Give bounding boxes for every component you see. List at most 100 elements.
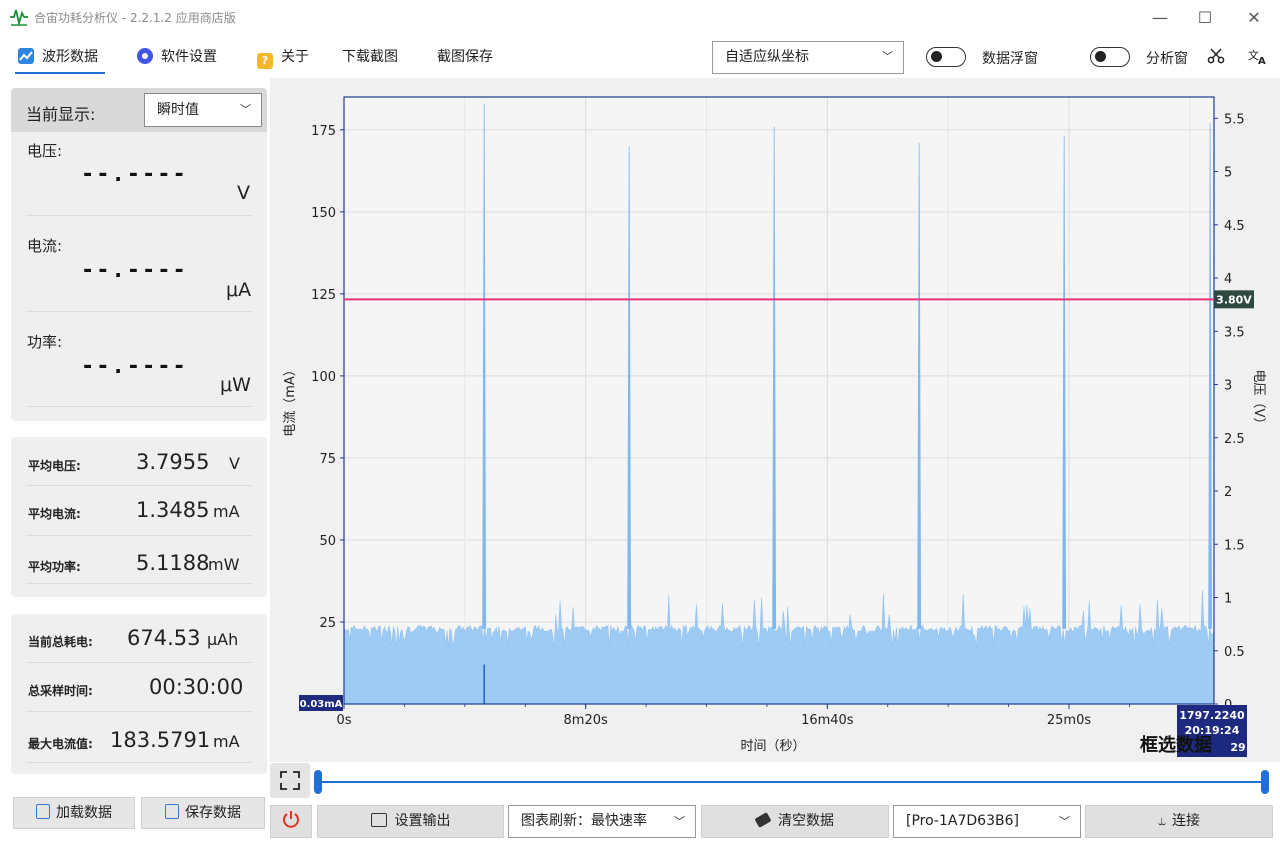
- translate-icon[interactable]: 文 A: [1248, 47, 1268, 65]
- current-value: --.----: [81, 258, 188, 283]
- tab-settings[interactable]: 软件设置: [137, 44, 217, 70]
- window-title: 合宙功耗分析仪 - 2.2.1.2 应用商店版: [34, 11, 236, 25]
- range-handle-right[interactable]: [1261, 770, 1269, 794]
- power-icon: [283, 811, 299, 828]
- total-energy-label: 当前总耗电:: [28, 635, 93, 649]
- y2-tick-label: 4.5: [1224, 219, 1245, 234]
- svg-text:A: A: [1258, 56, 1266, 65]
- divider: [26, 485, 252, 486]
- clear-data-label: 清空数据: [778, 813, 834, 829]
- device-select[interactable]: [Pro-1A7D63B6] ﹀: [893, 805, 1081, 838]
- avg-power-value: 5.1188: [136, 551, 210, 575]
- sample-time-value: 00:30:00: [149, 675, 244, 699]
- y2-tick-label: 3.5: [1224, 325, 1245, 340]
- current-unit: μA: [226, 279, 252, 301]
- analysis-window-toggle[interactable]: [1090, 47, 1130, 67]
- plug-icon: ⥿: [1158, 813, 1166, 829]
- maximize-button[interactable]: ☐: [1191, 6, 1219, 30]
- y-tick-label: 150: [311, 206, 336, 221]
- cursor-extra: 29: [1230, 741, 1245, 754]
- connect-button[interactable]: ⥿ 连接: [1085, 805, 1273, 838]
- x-tick-label: 25m0s: [1047, 713, 1091, 728]
- cursor-time: 1797.2240: [1179, 709, 1245, 722]
- display-mode-select[interactable]: 瞬时值 ﹀: [144, 93, 262, 127]
- connect-label: 连接: [1171, 813, 1200, 829]
- x-tick-label: 16m40s: [801, 713, 854, 728]
- avg-voltage-label: 平均电压:: [28, 459, 81, 473]
- refresh-rate-value: 图表刷新：最快速率: [521, 813, 647, 829]
- avg-current-value: 1.3485: [136, 498, 210, 522]
- output-settings-button[interactable]: 设置输出: [317, 805, 504, 838]
- tab-save-screenshot[interactable]: 截图保存: [437, 44, 493, 70]
- tab-about[interactable]: ? 关于: [257, 44, 309, 70]
- x-tick-label: 8m20s: [564, 713, 608, 728]
- gear-icon: [137, 48, 153, 64]
- tab-download-screenshot[interactable]: 下载截图: [342, 44, 398, 70]
- power-value: --.----: [81, 354, 188, 379]
- current-voltage-chart[interactable]: 255075100125150175 00.511.522.533.544.55…: [270, 78, 1280, 762]
- active-tab-indicator: [15, 72, 105, 74]
- min-label: 0.03mA: [300, 699, 343, 710]
- range-track[interactable]: [318, 781, 1266, 783]
- current-label: 电流:: [27, 237, 63, 255]
- divider: [26, 583, 252, 584]
- divider: [26, 662, 252, 663]
- chevron-down-icon: ﹀: [1059, 815, 1070, 828]
- float-window-label: 数据浮窗: [982, 51, 1038, 67]
- max-current-value: 183.5791: [110, 728, 211, 752]
- chart-icon: [18, 48, 34, 64]
- divider: [26, 406, 252, 407]
- y-tick-label: 75: [319, 452, 336, 467]
- avg-power-label: 平均功率:: [28, 560, 81, 574]
- y-tick-label: 125: [311, 288, 336, 303]
- y2-tick-label: 1: [1224, 592, 1232, 607]
- avg-voltage-unit: V: [229, 454, 240, 473]
- minimize-button[interactable]: —: [1146, 6, 1174, 30]
- chevron-down-icon: ﹀: [882, 50, 893, 63]
- voltage-value: --.----: [81, 162, 188, 187]
- tab-about-label: 关于: [281, 49, 309, 65]
- voltage-unit: V: [237, 182, 250, 204]
- avg-current-unit: mA: [213, 502, 240, 521]
- output-settings-label: 设置输出: [394, 813, 451, 829]
- help-icon: ?: [257, 53, 273, 69]
- y2-tick-label: 3: [1224, 379, 1232, 394]
- max-current-label: 最大电流值:: [28, 737, 93, 751]
- total-energy-value: 674.53: [127, 626, 201, 650]
- y2-tick-label: 0.5: [1224, 645, 1245, 660]
- refresh-rate-select[interactable]: 图表刷新：最快速率 ﹀: [508, 805, 696, 838]
- x-axis-label: 时间（秒）: [740, 739, 805, 754]
- axis-mode-select[interactable]: 自适应纵坐标 ﹀: [712, 41, 904, 74]
- sample-time-label: 总采样时间:: [28, 684, 93, 698]
- y2-axis-label: 电压（V）: [1251, 370, 1266, 431]
- device-value: [Pro-1A7D63B6]: [906, 813, 1019, 829]
- save-data-button[interactable]: 保存数据: [141, 797, 265, 829]
- divider: [26, 762, 252, 763]
- y-tick-label: 50: [319, 534, 336, 549]
- avg-voltage-value: 3.7955: [136, 450, 210, 474]
- y-tick-label: 175: [311, 124, 336, 139]
- y2-tick-label: 2: [1224, 485, 1232, 500]
- float-window-toggle[interactable]: [926, 47, 966, 67]
- clear-data-button[interactable]: 清空数据: [701, 805, 889, 838]
- analysis-window-label: 分析窗: [1146, 51, 1188, 67]
- chevron-down-icon: ﹀: [674, 815, 685, 828]
- power-button[interactable]: [270, 805, 312, 838]
- divider: [26, 215, 252, 216]
- scissors-icon[interactable]: [1207, 47, 1225, 65]
- y2-tick-label: 2.5: [1224, 432, 1245, 447]
- tab-waveform[interactable]: 波形数据: [18, 44, 98, 70]
- toggle-knob: [931, 51, 942, 62]
- load-data-button[interactable]: 加载数据: [13, 797, 135, 829]
- y-tick-label: 25: [319, 616, 336, 631]
- close-button[interactable]: ✕: [1240, 6, 1268, 30]
- y2-tick-label: 5.5: [1224, 112, 1245, 127]
- y-tick-label: 100: [311, 370, 336, 385]
- toggle-knob: [1095, 51, 1106, 62]
- power-label: 功率:: [27, 333, 63, 351]
- range-handle-left[interactable]: [314, 770, 322, 794]
- fit-view-button[interactable]: [270, 763, 310, 798]
- divider: [26, 711, 252, 712]
- eraser-icon: [754, 812, 772, 828]
- avg-power-unit: mW: [208, 555, 240, 574]
